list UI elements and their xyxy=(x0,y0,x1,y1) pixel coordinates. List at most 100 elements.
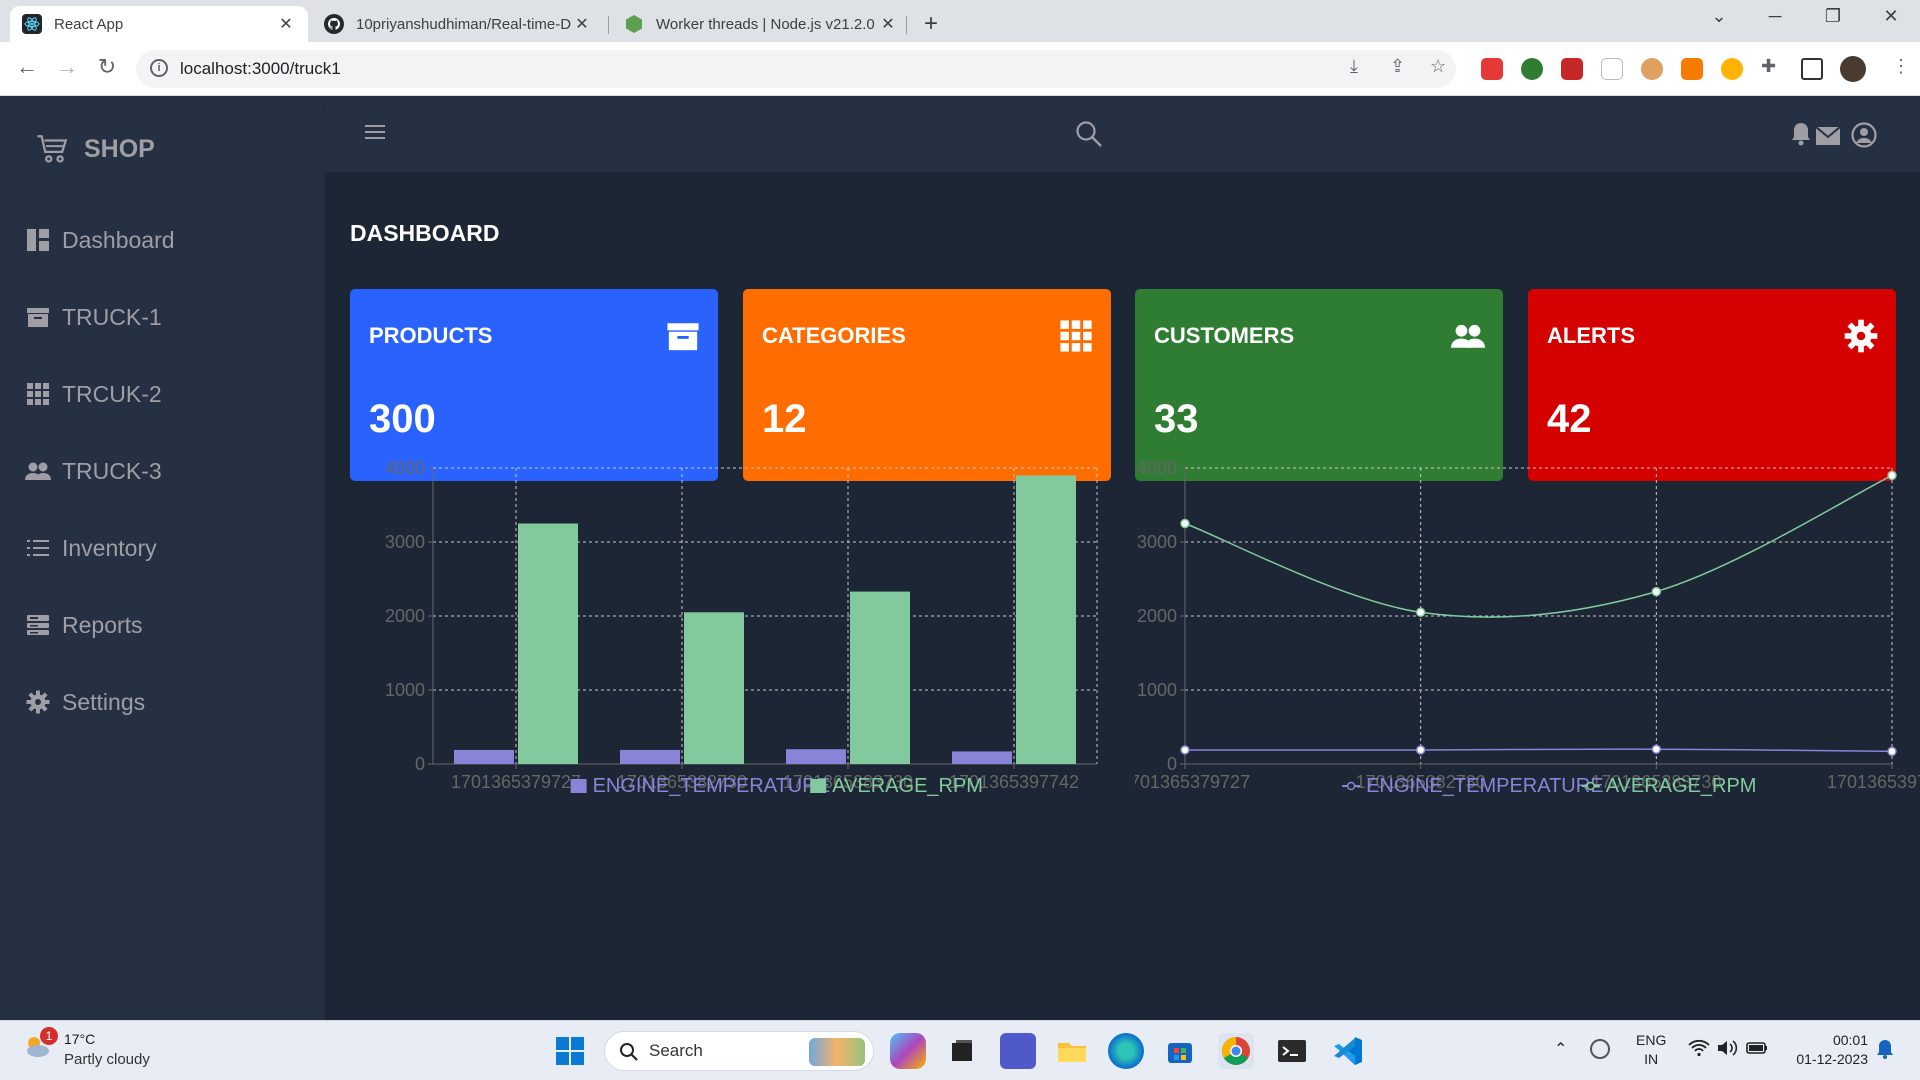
extension-1-icon[interactable] xyxy=(1481,58,1503,80)
legend-swatch xyxy=(810,779,827,793)
data-point xyxy=(1415,745,1426,755)
share-icon[interactable]: ⇪ xyxy=(1390,56,1405,77)
side-panel-icon[interactable] xyxy=(1801,58,1823,80)
url-text: localhost:3000/truck1 xyxy=(180,59,341,78)
menu-kebab-icon[interactable]: ⋮ xyxy=(1892,56,1910,77)
extension-4-icon[interactable] xyxy=(1601,58,1623,80)
minimize-icon[interactable]: ─ xyxy=(1752,6,1798,27)
teams-icon[interactable] xyxy=(1000,1033,1036,1069)
metamask-icon[interactable] xyxy=(1681,58,1703,80)
language-indicator[interactable]: ENG IN xyxy=(1636,1031,1666,1069)
site-info-icon[interactable]: i xyxy=(150,59,168,77)
y-tick-label: 0 xyxy=(1167,754,1177,774)
taskbar-search-label: Search xyxy=(649,1041,703,1060)
copilot-icon[interactable] xyxy=(890,1033,926,1069)
gear-icon xyxy=(1844,319,1878,353)
grid-icon xyxy=(24,380,52,408)
legend-label: AVERAGE_RPM xyxy=(1606,775,1757,797)
tray-overflow-icon[interactable]: ⌃ xyxy=(1554,1039,1567,1059)
card-value: 33 xyxy=(1154,397,1199,441)
chrome-icon[interactable] xyxy=(1218,1033,1254,1069)
reports-icon xyxy=(24,611,52,639)
y-tick-label: 3000 xyxy=(385,532,425,552)
data-point xyxy=(1651,744,1662,754)
card-value: 42 xyxy=(1547,397,1592,441)
volume-icon[interactable] xyxy=(1716,1039,1738,1057)
extension-3-icon[interactable] xyxy=(1561,58,1583,80)
lang-bottom: IN xyxy=(1644,1051,1659,1067)
card-label: CATEGORIES xyxy=(762,323,906,348)
task-view-icon[interactable] xyxy=(944,1033,980,1069)
tab-github[interactable]: 10priyanshudhiman/Real-time-D ✕ xyxy=(312,6,604,42)
search-highlight-image xyxy=(809,1038,865,1066)
sidebar-item-dashboard[interactable]: Dashboard xyxy=(24,226,175,254)
terminal-icon[interactable] xyxy=(1274,1033,1310,1069)
bar-average-rpm xyxy=(850,591,910,764)
close-tab-icon[interactable]: ✕ xyxy=(572,14,592,34)
data-point xyxy=(1887,746,1897,757)
sidebar-item-reports[interactable]: Reports xyxy=(24,611,143,639)
notification-bell-icon[interactable] xyxy=(1791,122,1811,151)
back-icon[interactable]: ← xyxy=(12,54,42,80)
close-tab-icon[interactable]: ✕ xyxy=(276,14,296,34)
tab-nodejs[interactable]: Worker threads | Node.js v21.2.0 ✕ xyxy=(612,6,910,42)
app-header xyxy=(325,96,1920,172)
people-icon xyxy=(24,457,52,485)
tray-onedrive-icon[interactable] xyxy=(1590,1039,1610,1059)
wifi-icon[interactable] xyxy=(1688,1039,1710,1057)
grid-icon xyxy=(1060,320,1092,352)
sidebar-item-inventory[interactable]: Inventory xyxy=(24,534,157,562)
edge-icon[interactable] xyxy=(1108,1033,1144,1069)
y-tick-label: 1000 xyxy=(1137,680,1177,700)
install-icon[interactable]: ⤓ xyxy=(1350,56,1358,77)
new-tab-button[interactable]: + xyxy=(924,10,938,38)
tab-search-icon[interactable]: ⌄ xyxy=(1696,6,1742,27)
bar-engine-temperature xyxy=(952,751,1012,764)
restore-icon[interactable]: ❐ xyxy=(1810,6,1856,27)
weather-desc: Partly cloudy xyxy=(64,1051,150,1068)
x-tick-label: 1701365379727 xyxy=(451,772,581,792)
menu-hamburger-icon[interactable] xyxy=(365,124,385,145)
mail-icon[interactable] xyxy=(1815,126,1841,151)
search-icon xyxy=(620,1043,638,1061)
sidebar-item-label: Inventory xyxy=(62,534,157,561)
vscode-icon[interactable] xyxy=(1330,1033,1366,1069)
sidebar-item-truck-2[interactable]: TRCUK-2 xyxy=(24,380,162,408)
archive-icon xyxy=(667,323,699,351)
sidebar: SHOP Dashboard TRUCK-1 TRCUK-2 TRUCK-3 I… xyxy=(0,96,325,1020)
search-icon[interactable] xyxy=(1075,120,1103,153)
bookmark-star-icon[interactable]: ☆ xyxy=(1430,56,1446,77)
tab-react-app[interactable]: React App ✕ xyxy=(10,6,308,42)
card-value: 12 xyxy=(762,397,807,441)
archive-icon xyxy=(24,303,52,331)
profile-avatar[interactable] xyxy=(1840,56,1866,82)
brand[interactable]: SHOP xyxy=(36,132,155,166)
extension-7-icon[interactable] xyxy=(1721,58,1743,80)
sidebar-item-settings[interactable]: Settings xyxy=(24,688,145,716)
data-point xyxy=(1180,518,1190,529)
file-explorer-icon[interactable] xyxy=(1054,1033,1090,1069)
windows-start-icon[interactable] xyxy=(552,1033,588,1069)
list-icon xyxy=(24,534,52,562)
extension-2-icon[interactable] xyxy=(1521,58,1543,80)
weather-temp: 17°C xyxy=(64,1031,96,1047)
close-tab-icon[interactable]: ✕ xyxy=(878,14,898,34)
store-icon[interactable] xyxy=(1162,1033,1198,1069)
notification-bell-icon[interactable] xyxy=(1876,1039,1894,1059)
account-circle-icon[interactable] xyxy=(1851,122,1877,153)
clock[interactable]: 00:01 01-12-2023 xyxy=(1786,1031,1868,1069)
extensions-puzzle-icon[interactable]: ✚ xyxy=(1761,56,1776,77)
battery-icon[interactable] xyxy=(1746,1041,1768,1055)
forward-icon[interactable]: → xyxy=(52,54,82,80)
reload-icon[interactable]: ↻ xyxy=(92,54,122,80)
legend-swatch xyxy=(570,779,587,793)
sidebar-item-truck-1[interactable]: TRUCK-1 xyxy=(24,303,162,331)
sidebar-item-truck-3[interactable]: TRUCK-3 xyxy=(24,457,162,485)
extension-5-icon[interactable] xyxy=(1641,58,1663,80)
taskbar-search[interactable]: Search xyxy=(604,1031,874,1071)
url-field[interactable]: i localhost:3000/truck1 xyxy=(136,50,1456,88)
close-window-icon[interactable]: ✕ xyxy=(1868,6,1914,27)
bar-engine-temperature xyxy=(454,749,514,764)
taskbar: 1 17°C Partly cloudy Search ⌃ ENG IN 00:… xyxy=(0,1020,1920,1080)
weather-widget[interactable]: 1 17°C Partly cloudy xyxy=(22,1027,150,1068)
